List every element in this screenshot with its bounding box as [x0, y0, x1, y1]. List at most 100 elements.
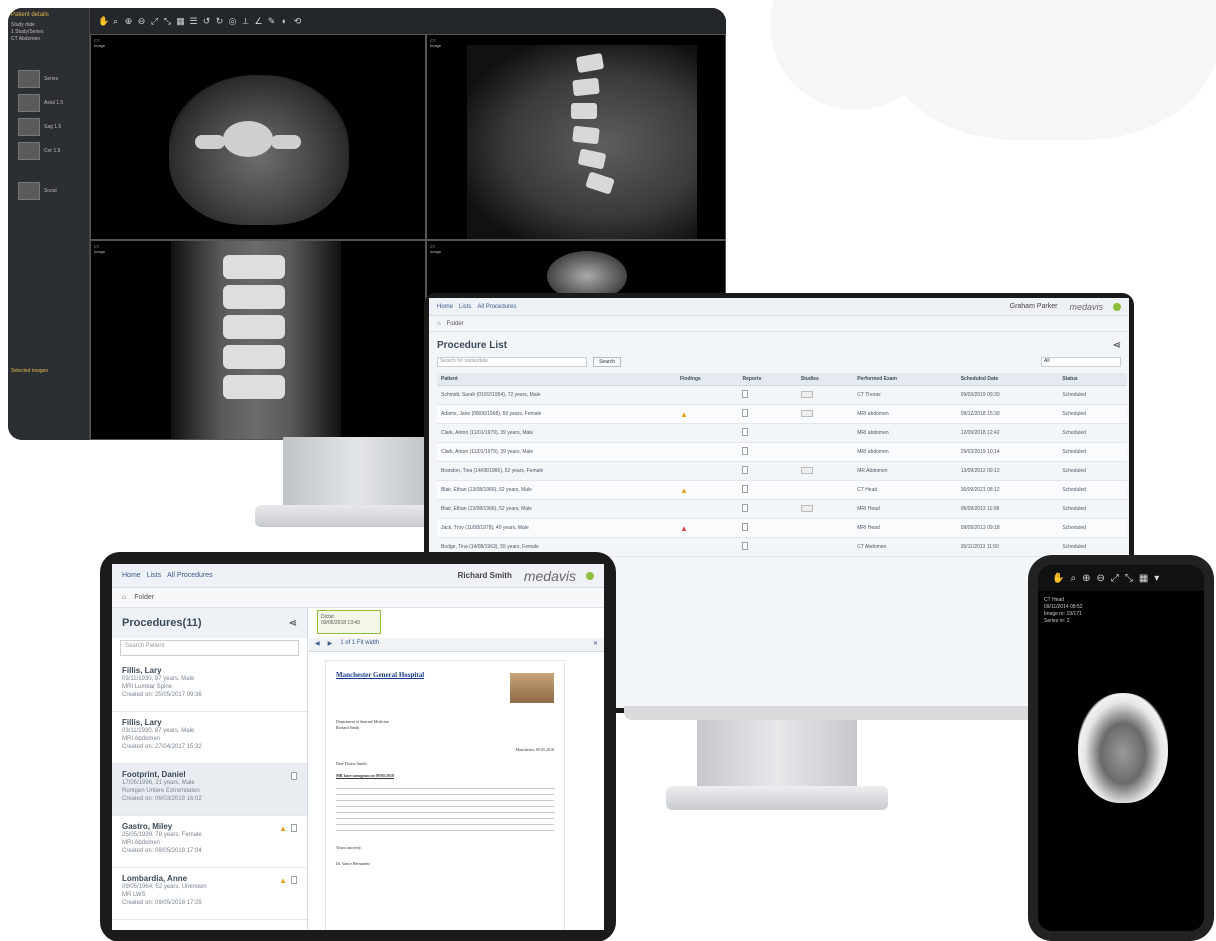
breadcrumb-lists[interactable]: Lists	[459, 304, 471, 310]
viewport-coronal[interactable]: CT Image	[90, 240, 426, 440]
zoom-icon[interactable]: ⌕	[1070, 573, 1076, 584]
rotate-right-icon[interactable]: ↻	[215, 16, 224, 27]
cine-icon[interactable]: ◎	[228, 16, 237, 27]
rotate-left-icon[interactable]: ↺	[202, 16, 211, 27]
list-item[interactable]: Fillis, Lary 03/11/1930, 87 years, Male …	[112, 712, 307, 764]
exam-name: MRI Abdomen	[122, 736, 161, 742]
report-icon[interactable]	[738, 499, 797, 519]
vertebra-shape	[223, 121, 273, 157]
measure-icon[interactable]: ⟂	[241, 16, 250, 27]
report-icon[interactable]	[738, 404, 797, 424]
table-row[interactable]: Blair, Ethan (13/08/1966), 52 years, Mal…	[437, 480, 1127, 500]
share-icon[interactable]: ⋖	[289, 618, 297, 629]
list-item[interactable]: Fillis, Lary 03/11/1930, 87 years, Male …	[112, 660, 307, 712]
report-icon[interactable]	[291, 772, 297, 780]
zoom-in-icon[interactable]: ⊕	[1082, 573, 1090, 584]
report-icon[interactable]	[738, 480, 797, 500]
breadcrumb-procedures[interactable]: All Procedures	[167, 572, 213, 579]
search-input[interactable]: Search Patient	[120, 640, 299, 656]
table-row[interactable]: Adams, Jane (08/06/1968), 50 years, Fema…	[437, 404, 1127, 424]
alert-icon[interactable]: ▲	[680, 524, 688, 533]
warning-icon[interactable]: ▲	[680, 486, 688, 495]
folder-label[interactable]: Folder	[447, 321, 464, 327]
col-status[interactable]: Status	[1058, 373, 1127, 386]
study-thumbs[interactable]	[796, 461, 854, 481]
table-row[interactable]: Clark, Anton (11/01/1979), 39 years, Mal…	[437, 423, 1127, 443]
expand-icon[interactable]: ⤡	[1125, 573, 1133, 584]
next-page-icon[interactable]: ▶	[328, 640, 333, 649]
report-icon[interactable]	[738, 537, 797, 557]
warning-icon[interactable]: ▲	[680, 410, 688, 419]
viewport-axial[interactable]: CT Image	[90, 34, 426, 240]
close-icon[interactable]: ✕	[593, 640, 598, 649]
page-indicator[interactable]: 1 of 1 Fit width	[340, 640, 379, 649]
report-icon[interactable]	[738, 461, 797, 481]
col-exam[interactable]: Performed Exam	[853, 373, 957, 386]
group-select[interactable]: All	[1041, 357, 1121, 367]
zoom-in-icon[interactable]: ⊕	[124, 16, 133, 27]
cell-exam: MRI abdomen	[853, 442, 957, 462]
home-icon[interactable]: ⌂	[437, 321, 441, 327]
ct-head-image[interactable]	[1078, 693, 1168, 803]
angle-icon[interactable]: ∠	[254, 16, 263, 27]
dictation-note[interactable]: Dictat 09/05/2018 13:43	[317, 610, 381, 634]
search-input[interactable]: Search for name/date	[437, 357, 587, 367]
warning-icon[interactable]: ▲	[279, 824, 287, 833]
table-row[interactable]: Blair, Ethan (13/08/1966), 52 years, Mal…	[437, 499, 1127, 519]
series-thumbnail[interactable]	[18, 70, 40, 88]
zoom-out-icon[interactable]: ⊖	[137, 16, 146, 27]
series-thumbnail[interactable]	[18, 182, 40, 200]
report-icon[interactable]	[291, 824, 297, 832]
reset-icon[interactable]: ⟲	[293, 16, 302, 27]
report-icon[interactable]	[738, 385, 797, 405]
expand-icon[interactable]: ⤡	[163, 16, 172, 27]
series-thumbnail[interactable]	[18, 142, 40, 160]
window-level-icon[interactable]: ◐	[280, 16, 289, 26]
report-icon[interactable]	[738, 442, 797, 462]
search-button[interactable]: Search	[593, 357, 621, 367]
pan-icon[interactable]: ✋	[1052, 573, 1064, 584]
study-thumbs[interactable]	[796, 385, 854, 405]
warning-icon[interactable]: ▲	[279, 876, 287, 885]
zoom-out-icon[interactable]: ⊖	[1096, 573, 1104, 584]
breadcrumb-home[interactable]: Home	[122, 572, 141, 579]
viewport-sagittal[interactable]: CT Image	[426, 34, 726, 240]
user-name[interactable]: Richard Smith	[458, 571, 512, 580]
home-icon[interactable]: ⌂	[122, 594, 126, 601]
annotate-icon[interactable]: ✎	[267, 16, 276, 27]
list-item[interactable]: Lombardia, Anne 09/05/1964, 52 years, Un…	[112, 868, 307, 920]
table-row[interactable]: Clark, Anton (11/01/1979), 39 years, Mal…	[437, 442, 1127, 462]
folder-label[interactable]: Folder	[134, 594, 154, 601]
study-thumbs[interactable]	[796, 499, 854, 519]
list-item[interactable]: Gastro, Miley 25/05/1939, 78 years, Fema…	[112, 816, 307, 868]
layout-icon[interactable]: ▦	[176, 16, 185, 27]
col-patient[interactable]: Patient	[437, 373, 676, 386]
grid-icon[interactable]: ☰	[189, 16, 198, 27]
user-name[interactable]: Graham Parker	[1010, 303, 1058, 310]
report-icon[interactable]	[738, 423, 797, 443]
col-date[interactable]: Scheduled Date	[956, 373, 1059, 386]
layout-icon[interactable]: ▦	[1139, 573, 1148, 584]
study-thumbs[interactable]	[796, 404, 854, 424]
col-findings[interactable]: Findings	[675, 373, 739, 386]
list-item-selected[interactable]: Footprint, Daniel 17/05/1996, 21 years, …	[112, 764, 307, 816]
table-row[interactable]: Jack, Troy (11/08/1978), 40 years, Male …	[437, 518, 1127, 538]
table-row[interactable]: Schmidt, Sarah (01/02/1954), 72 years, M…	[437, 385, 1127, 405]
zoom-icon[interactable]: ⌕	[111, 16, 120, 27]
prev-page-icon[interactable]: ◀	[315, 640, 320, 649]
series-thumbnail[interactable]	[18, 94, 40, 112]
report-icon[interactable]	[291, 876, 297, 884]
col-studies[interactable]: Studies	[796, 373, 854, 386]
breadcrumb-home[interactable]: Home	[437, 304, 453, 310]
col-reports[interactable]: Reports	[738, 373, 797, 386]
fit-icon[interactable]: ⤢	[150, 16, 159, 27]
share-icon[interactable]: ⋖	[1113, 340, 1121, 351]
pan-icon[interactable]: ✋	[98, 16, 109, 27]
breadcrumb-procedures[interactable]: All Procedures	[477, 304, 516, 310]
chevron-down-icon[interactable]: ▾	[1154, 573, 1159, 584]
report-icon[interactable]	[738, 518, 797, 538]
table-row[interactable]: Brandon, Tina (14/08/1966), 52 years, Fe…	[437, 461, 1127, 481]
series-thumbnail[interactable]	[18, 118, 40, 136]
fit-icon[interactable]: ⤢	[1111, 573, 1119, 584]
breadcrumb-lists[interactable]: Lists	[147, 572, 161, 579]
